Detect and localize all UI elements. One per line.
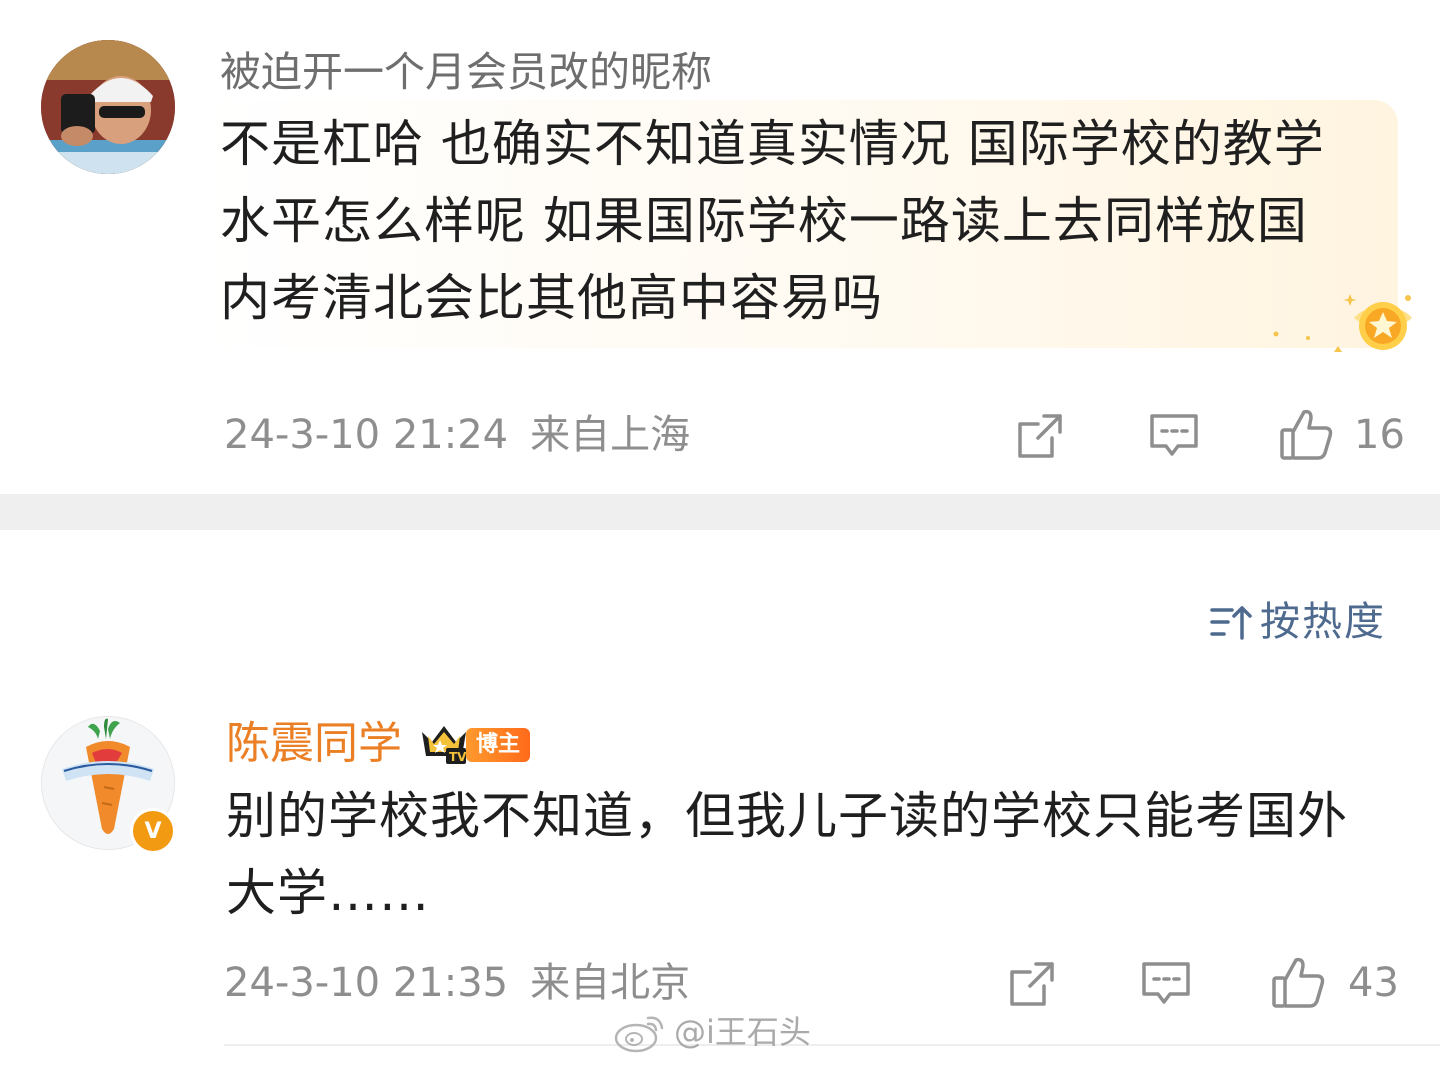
- weibo-logo-icon: [614, 1016, 664, 1053]
- sort-by-hot-button[interactable]: 按热度: [1210, 596, 1386, 648]
- vip-star-badge-icon: [1273, 294, 1412, 352]
- username[interactable]: 被迫开一个月会员改的昵称: [220, 46, 712, 98]
- comment-text: 不是杠哈 也确实不知道真实情况 国际学校的教学 水平怎么样呢 如果国际学校一路读…: [220, 115, 1325, 327]
- location: 来自上海: [530, 412, 691, 458]
- sort-icon: [1210, 606, 1252, 640]
- avatar[interactable]: [41, 40, 175, 174]
- comment-card: 被迫开一个月会员改的昵称 不是杠哈 也确实不知道真实情况 国际学校的教学 水平怎…: [0, 0, 1440, 494]
- comment-text: 别的学校我不知道，但我儿子读的学校只能考国外 大学……: [226, 787, 1348, 922]
- timestamp: 24-3-10 21:24: [224, 412, 509, 458]
- share-icon[interactable]: [1014, 410, 1066, 462]
- share-icon[interactable]: [1006, 958, 1058, 1010]
- comment-meta: 24-3-10 21:35 来自北京: [224, 958, 690, 1008]
- divider: [224, 1044, 1440, 1046]
- comment-icon[interactable]: [1140, 958, 1192, 1010]
- crown-tv-icon: TV: [422, 726, 467, 764]
- like-icon[interactable]: [1270, 954, 1326, 1010]
- comment-meta: 24-3-10 21:24 来自上海: [224, 410, 690, 460]
- like-count: 43: [1348, 960, 1399, 1006]
- location: 来自北京: [530, 960, 691, 1006]
- username[interactable]: 陈震同学: [226, 716, 402, 772]
- watermark-text: @i王石头: [674, 1013, 811, 1051]
- watermark: @i王石头: [612, 1010, 811, 1054]
- sort-label: 按热度: [1260, 599, 1386, 645]
- avatar-photo: [41, 40, 175, 174]
- like-count: 16: [1354, 412, 1405, 458]
- like-icon[interactable]: [1278, 406, 1334, 462]
- section-divider: [0, 494, 1440, 530]
- timestamp: 24-3-10 21:35: [224, 960, 509, 1006]
- verified-badge-icon: V: [130, 808, 176, 854]
- blogger-badge: 博主: [466, 728, 531, 762]
- comment-icon[interactable]: [1148, 410, 1200, 462]
- svg-text:TV: TV: [449, 750, 467, 764]
